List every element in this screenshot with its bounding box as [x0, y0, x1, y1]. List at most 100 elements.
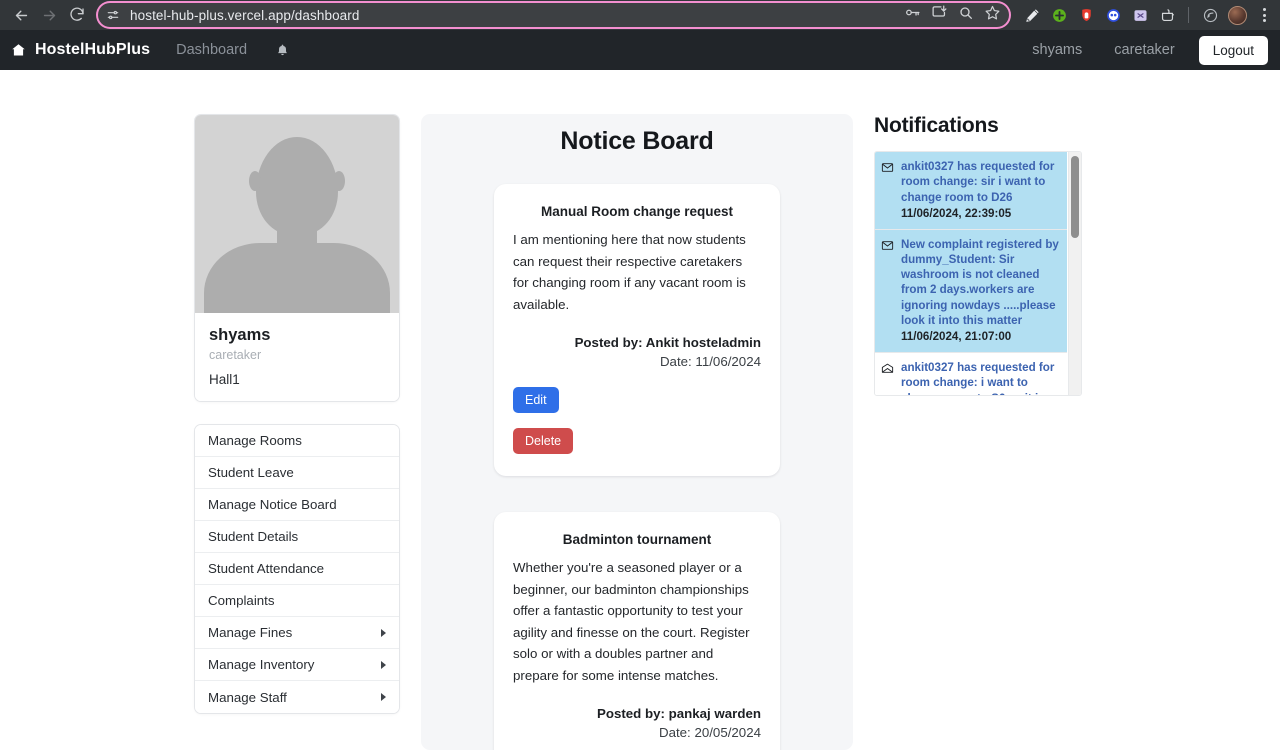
logout-button[interactable]: Logout — [1198, 35, 1268, 65]
home-icon — [10, 42, 27, 59]
sidebar-item-label: Manage Notice Board — [208, 497, 337, 513]
notification-timestamp: 11/06/2024, 22:39:05 — [901, 206, 1012, 220]
sidebar-item-label: Complaints — [208, 593, 275, 609]
scrollbar-thumb[interactable] — [1071, 156, 1079, 238]
notice-card: Manual Room change request I am mentionin… — [494, 184, 780, 477]
chevron-right-icon — [381, 693, 386, 702]
back-button[interactable] — [8, 2, 34, 28]
browser-toolbar: hostel-hub-plus.vercel.app/dashboard — [0, 0, 1280, 30]
sidebar-item-label: Manage Staff — [208, 689, 287, 705]
sidebar-menu: Manage Rooms Student Leave Manage Notice B… — [194, 424, 400, 715]
sidebar-item-student-details[interactable]: Student Details — [195, 521, 399, 554]
notifications-list[interactable]: ankit0327 has requested for room change:… — [874, 151, 1082, 396]
notifications-scroll-area: ankit0327 has requested for room change:… — [875, 152, 1067, 395]
header-role: caretaker — [1114, 42, 1175, 58]
blue-face-icon[interactable] — [1104, 6, 1122, 24]
closed-envelope-icon — [881, 237, 894, 345]
notification-text: ankit0327 has requested for room change:… — [901, 159, 1061, 222]
header-right: shyams caretaker Logout — [1032, 35, 1268, 65]
forward-button[interactable] — [36, 2, 62, 28]
notification-message: ankit0327 has requested for room change:… — [901, 160, 1055, 204]
profile-role: caretaker — [209, 348, 262, 363]
notice-date: Date: 20/05/2024 — [658, 725, 761, 741]
profile-info: shyams caretaker Hall1 — [195, 313, 399, 402]
notice-body: I am mentioning here that now students c… — [513, 232, 746, 312]
chrome-menu-icon[interactable] — [1256, 8, 1272, 22]
bookmark-star-icon[interactable] — [984, 4, 1001, 26]
sidebar-item-complaints[interactable]: Complaints — [195, 585, 399, 618]
green-plus-icon[interactable] — [1050, 6, 1068, 24]
notice-card-list: Manual Room change request I am mentionin… — [421, 184, 853, 750]
notifications-scrollbar[interactable] — [1068, 152, 1081, 395]
sidebar-item-label: Manage Fines — [208, 625, 293, 641]
notice-card: Badminton tournament Whether you're a sea… — [494, 512, 780, 750]
notification-item[interactable]: New complaint registered by dummy_Studen… — [875, 229, 1067, 353]
bell-icon[interactable] — [275, 43, 290, 58]
omnibox-actions — [904, 4, 1001, 26]
app-header: HostelHubPlus Dashboard shyams caretaker… — [0, 30, 1280, 70]
pot-icon[interactable] — [1158, 6, 1176, 24]
reload-button[interactable] — [64, 2, 90, 28]
notice-posted-by: Posted by: pankaj warden — [596, 706, 761, 722]
chevron-right-icon — [381, 660, 386, 669]
red-shield-icon[interactable] — [1077, 6, 1095, 24]
sidebar-item-label: Student Attendance — [208, 561, 325, 577]
left-column: shyams caretaker Hall1 Manage Rooms Stude… — [194, 114, 400, 715]
dashboard-page: shyams caretaker Hall1 Manage Rooms Stude… — [0, 70, 1280, 750]
toolbar-divider — [1188, 7, 1189, 23]
address-bar[interactable]: hostel-hub-plus.vercel.app/dashboard — [98, 3, 1009, 27]
extension-toolbar — [1023, 5, 1272, 25]
install-app-icon[interactable] — [931, 4, 948, 26]
delete-notice-button[interactable]: Delete — [513, 428, 574, 455]
password-key-icon[interactable] — [904, 4, 921, 26]
url-text: hostel-hub-plus.vercel.app/dashboard — [130, 7, 360, 23]
sidebar-item-manage-rooms[interactable]: Manage Rooms — [195, 425, 399, 458]
header-username: shyams — [1032, 42, 1083, 58]
notifications-title: Notifications — [874, 114, 999, 137]
sidebar-item-label: Manage Rooms — [208, 433, 302, 449]
notification-text: ankit0327 has requested for room change:… — [901, 360, 1061, 395]
sidebar-item-manage-staff[interactable]: Manage Staff — [195, 681, 399, 714]
profile-card: shyams caretaker Hall1 — [194, 114, 400, 403]
notice-meta: Posted by: Ankit hosteladmin Date: 11/06/… — [513, 333, 761, 369]
sidebar-item-label: Manage Inventory — [208, 657, 315, 673]
chevron-right-icon — [381, 628, 386, 637]
user-silhouette-avatar — [195, 115, 399, 313]
notification-text: New complaint registered by dummy_Studen… — [901, 237, 1061, 345]
notification-message: ankit0327 has requested for room change:… — [901, 360, 1055, 395]
profile-hall: Hall1 — [209, 372, 240, 388]
leaf-shield-icon[interactable] — [1201, 6, 1219, 24]
notifications-column: Notifications ankit0327 has requested fo… — [874, 114, 1082, 396]
purple-box-icon[interactable] — [1131, 6, 1149, 24]
sidebar-item-student-attendance[interactable]: Student Attendance — [195, 553, 399, 586]
nav-link-dashboard[interactable]: Dashboard — [176, 42, 247, 58]
notice-board-panel: Notice Board Manual Room change request I… — [421, 114, 853, 750]
sidebar-item-manage-inventory[interactable]: Manage Inventory — [195, 649, 399, 682]
notice-body: Whether you're a seasoned player or a be… — [513, 560, 750, 683]
notice-board-title: Notice Board — [560, 127, 714, 155]
eyedropper-icon[interactable] — [1023, 6, 1041, 24]
notification-timestamp: 11/06/2024, 21:07:00 — [901, 330, 1012, 344]
sidebar-item-student-leave[interactable]: Student Leave — [195, 457, 399, 490]
search-icon[interactable] — [958, 5, 974, 26]
notice-heading: Manual Room change request — [540, 204, 734, 219]
closed-envelope-icon — [881, 159, 894, 222]
notice-heading: Badminton tournament — [562, 532, 712, 548]
notification-message: New complaint registered by dummy_Studen… — [901, 237, 1059, 328]
notice-posted-by: Posted by: Ankit hosteladmin — [574, 335, 761, 351]
open-envelope-icon — [881, 360, 894, 395]
sidebar-item-label: Student Details — [208, 529, 299, 545]
notice-meta: Posted by: pankaj warden Date: 20/05/2024 — [513, 704, 761, 740]
notification-item[interactable]: ankit0327 has requested for room change:… — [875, 152, 1067, 230]
edit-notice-button[interactable]: Edit — [513, 387, 559, 414]
notification-item[interactable]: ankit0327 has requested for room change:… — [875, 352, 1067, 395]
site-settings-icon[interactable] — [106, 8, 120, 22]
profile-name: shyams — [209, 326, 271, 344]
profile-avatar-button[interactable] — [1228, 5, 1247, 25]
sidebar-item-label: Student Leave — [208, 465, 294, 481]
brand[interactable]: HostelHubPlus — [10, 41, 150, 59]
sidebar-item-manage-notice-board[interactable]: Manage Notice Board — [195, 489, 399, 522]
brand-name: HostelHubPlus — [35, 41, 151, 58]
sidebar-item-manage-fines[interactable]: Manage Fines — [195, 617, 399, 650]
notice-date: Date: 11/06/2024 — [659, 354, 761, 370]
